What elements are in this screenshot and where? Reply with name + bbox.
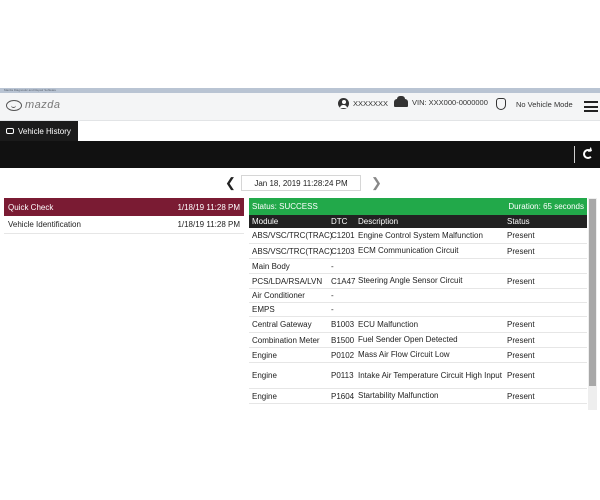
cell-dtc: C1203 — [331, 246, 355, 256]
cell-module: ABS/VSC/TRC(TRAC) — [252, 246, 333, 256]
vehicle-mode-label: No Vehicle Mode — [516, 99, 573, 109]
scrollbar[interactable] — [588, 198, 597, 410]
cell-dtc: P1604 — [331, 391, 355, 401]
cell-status: Present — [507, 391, 535, 401]
cell-dtc: - — [331, 291, 334, 300]
session-list: Quick Check 1/18/19 11:28 PM Vehicle Ide… — [4, 198, 244, 234]
cell-description: ECM Communication Circuit — [358, 246, 459, 255]
table-row[interactable]: Air Conditioner - — [249, 289, 587, 303]
cell-module: Engine — [252, 371, 277, 380]
cell-dtc: P0102 — [331, 350, 355, 360]
table-row[interactable]: Engine P1604 Startability Malfunction Pr… — [249, 389, 587, 404]
tab-vehicle-history[interactable]: Vehicle History — [0, 121, 78, 141]
brand-wordmark: mazda — [25, 99, 61, 111]
scrollbar-thumb[interactable] — [589, 199, 596, 386]
table-row[interactable]: ABS/VSC/TRC(TRAC) C1203 ECM Communicatio… — [249, 244, 587, 259]
previous-date-button[interactable]: ❮ — [225, 175, 236, 191]
duration-text: Duration: 65 seconds — [508, 202, 584, 211]
column-description: Description — [358, 216, 399, 226]
cell-description: Mass Air Flow Circuit Low — [358, 350, 450, 359]
cell-description: ECU Malfunction — [358, 319, 419, 329]
table-row[interactable]: Engine P0102 Mass Air Flow Circuit Low P… — [249, 348, 587, 363]
cell-description: Intake Air Temperature Circuit High Inpu… — [358, 370, 502, 380]
session-date: Jan 18, 2019 11:28:24 PM — [241, 175, 361, 191]
user-icon — [338, 98, 349, 109]
session-name: Vehicle Identification — [8, 220, 81, 229]
column-module: Module — [252, 217, 279, 226]
tab-label: Vehicle History — [18, 126, 71, 136]
table-row[interactable]: Central Gateway B1003 ECU Malfunction Pr… — [249, 317, 587, 333]
vehicle-mode[interactable]: No Vehicle Mode — [496, 98, 573, 110]
cell-dtc: P0113 — [331, 371, 354, 380]
toolbar — [0, 141, 600, 168]
cell-status: Present — [507, 276, 535, 286]
table-row[interactable]: ABS/VSC/TRC(TRAC) C1201 Engine Control S… — [249, 228, 587, 244]
cell-description: Fuel Sender Open Detected — [358, 335, 458, 344]
status-text: Status: SUCCESS — [252, 202, 318, 211]
vehicle-mode-icon — [496, 98, 506, 110]
session-time: 1/18/19 11:28 PM — [177, 220, 240, 229]
result-panel: Status: SUCCESS Duration: 65 seconds Mod… — [249, 198, 587, 404]
cell-description: Steering Angle Sensor Circuit — [358, 276, 463, 285]
table-header: Module DTC Description Status — [249, 215, 587, 228]
refresh-icon[interactable] — [583, 149, 593, 159]
cell-module: Engine — [252, 391, 277, 401]
tab-bar — [0, 121, 600, 141]
status-bar: Status: SUCCESS Duration: 65 seconds — [249, 198, 587, 215]
cell-dtc: - — [331, 261, 334, 271]
cell-description: Engine Control System Malfunction — [358, 230, 483, 240]
vin-label: VIN: XXX000-0000000 — [412, 98, 488, 107]
user-name: XXXXXXX — [353, 99, 389, 108]
session-item-quick-check[interactable]: Quick Check 1/18/19 11:28 PM — [4, 198, 244, 216]
cell-module: PCS/LDA/RSA/LVN — [252, 276, 323, 286]
cell-module: Central Gateway — [252, 320, 312, 329]
cell-module: EMPS — [252, 305, 275, 314]
cell-status: Present — [507, 231, 535, 240]
cell-module: Main Body — [252, 261, 290, 271]
cell-status: Present — [507, 371, 535, 380]
cell-dtc: - — [331, 305, 334, 314]
mazda-logo: mazda — [6, 99, 61, 111]
cell-status: Present — [507, 320, 535, 329]
cell-dtc: C1A47 — [331, 276, 356, 286]
vin-info[interactable]: VIN: XXX000-0000000 — [394, 95, 488, 107]
car-icon — [394, 95, 408, 107]
cell-status: Present — [507, 246, 535, 256]
session-time: 1/18/19 11:28 PM — [177, 202, 240, 212]
cell-description: Startability Malfunction — [358, 391, 439, 400]
session-item-vehicle-identification[interactable]: Vehicle Identification 1/18/19 11:28 PM — [4, 216, 244, 234]
cell-dtc: B1003 — [331, 320, 355, 329]
cell-module: Engine — [252, 350, 277, 360]
table-row[interactable]: EMPS - — [249, 303, 587, 317]
next-date-button[interactable]: ❯ — [371, 175, 382, 191]
cell-module: Combination Meter — [252, 335, 320, 345]
table-row[interactable]: Engine P0113 Intake Air Temperature Circ… — [249, 363, 587, 389]
column-dtc: DTC — [331, 217, 348, 226]
cell-module: ABS/VSC/TRC(TRAC) — [252, 231, 333, 240]
cell-module: Air Conditioner — [252, 291, 305, 300]
column-status: Status — [507, 217, 530, 226]
mazda-logo-icon — [6, 99, 22, 111]
toolbar-divider — [574, 146, 575, 163]
session-name: Quick Check — [8, 202, 54, 212]
cell-dtc: B1500 — [331, 335, 355, 345]
table-row[interactable]: Combination Meter B1500 Fuel Sender Open… — [249, 333, 587, 348]
table-row[interactable]: PCS/LDA/RSA/LVN C1A47 Steering Angle Sen… — [249, 274, 587, 289]
user-info[interactable]: XXXXXXX — [338, 98, 388, 109]
table-row[interactable]: Main Body - — [249, 259, 587, 274]
cell-status: Present — [507, 350, 535, 360]
cell-dtc: C1201 — [331, 231, 355, 240]
menu-icon[interactable] — [584, 101, 598, 115]
cell-status: Present — [507, 335, 535, 345]
vehicle-history-icon — [6, 128, 14, 134]
